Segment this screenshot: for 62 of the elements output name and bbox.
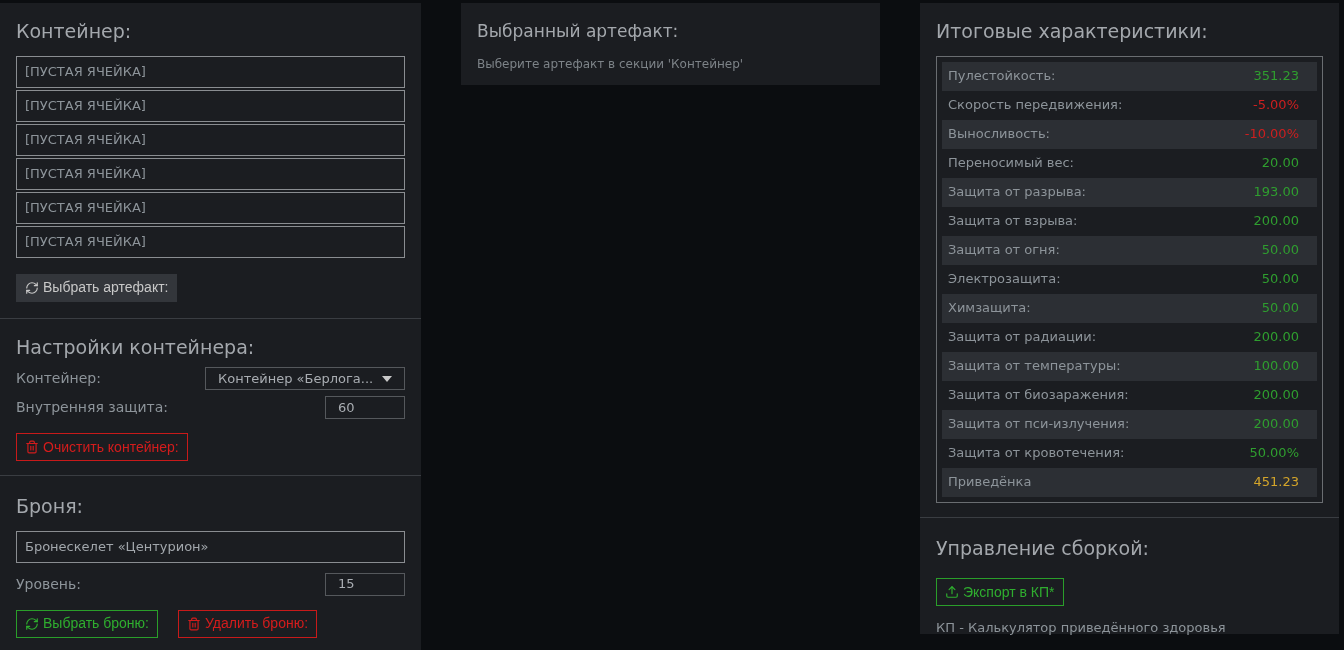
stat-label: Защита от пси-излучения: xyxy=(948,415,1130,434)
stat-label: Защита от радиации: xyxy=(948,328,1097,347)
slot-cell[interactable]: [ПУСТАЯ ЯЧЕЙКА] xyxy=(16,157,405,190)
section-title: Итоговые характеристики: xyxy=(936,19,1209,44)
stat-value: 200.00 xyxy=(1253,386,1299,405)
field-label: Внутренняя защита: xyxy=(16,398,169,417)
stat-value: 193.00 xyxy=(1253,183,1299,202)
section-title: Броня: xyxy=(16,494,84,519)
stat-label: Химзащита: xyxy=(948,299,1031,318)
stat-label: Защита от температуры: xyxy=(948,357,1121,376)
stat-label: Защита от кровотечения: xyxy=(948,444,1125,463)
stat-value: 100.00 xyxy=(1253,357,1299,376)
action-button[interactable]: Экспорт в КП* xyxy=(936,578,1064,606)
stat-label: Защита от взрыва: xyxy=(948,212,1078,231)
stat-label: Защита от огня: xyxy=(948,241,1060,260)
stat-value: 50.00 xyxy=(1261,241,1299,260)
refresh-icon xyxy=(25,280,39,295)
stat-label: Приведёнка xyxy=(948,473,1032,492)
action-button[interactable]: Очистить контейнер: xyxy=(16,433,188,461)
slot-cell[interactable]: [ПУСТАЯ ЯЧЕЙКА] xyxy=(16,225,405,258)
number-field[interactable]: 60 xyxy=(325,396,405,419)
stat-value: 200.00 xyxy=(1253,328,1299,347)
slot-cell[interactable]: [ПУСТАЯ ЯЧЕЙКА] xyxy=(16,123,405,156)
stat-label: Электрозащита: xyxy=(948,270,1061,289)
stat-value: 50.00 xyxy=(1261,299,1299,318)
refresh-icon xyxy=(25,616,39,631)
number-field[interactable]: 15 xyxy=(325,572,405,596)
stat-value: 20.00 xyxy=(1261,154,1299,173)
trash-icon xyxy=(187,616,201,631)
armor-field[interactable]: Бронескелет «Центурион» xyxy=(16,530,405,563)
field-label: Контейнер: xyxy=(16,369,101,388)
container-dropdown[interactable]: Контейнер «Берлога... xyxy=(205,367,405,390)
slot-cell[interactable]: [ПУСТАЯ ЯЧЕЙКА] xyxy=(16,55,405,88)
stat-value: -5.00% xyxy=(1253,96,1299,115)
stat-label: Защита от разрыва: xyxy=(948,183,1086,202)
section-title: Контейнер: xyxy=(16,19,133,44)
note-text: КП - Калькулятор приведённого здоровья xyxy=(936,619,1227,637)
field-label: Уровень: xyxy=(16,574,81,594)
stat-label: Пулестойкость: xyxy=(948,67,1056,86)
stat-value: 451.23 xyxy=(1253,473,1299,492)
stat-label: Скорость передвижения: xyxy=(948,96,1123,115)
section-title: Выбранный артефакт: xyxy=(477,20,680,43)
caret-icon xyxy=(382,375,392,382)
action-button[interactable]: Выбрать броню: xyxy=(16,609,158,638)
stat-value: 50.00 xyxy=(1261,270,1299,289)
stat-value: 200.00 xyxy=(1253,415,1299,434)
section-title: Управление сборкой: xyxy=(936,535,1150,561)
action-button[interactable]: Удалить броню: xyxy=(178,609,318,638)
section-title: Настройки контейнера: xyxy=(16,334,256,360)
stat-label: Переносимый вес: xyxy=(948,154,1074,173)
stat-value: -10.00% xyxy=(1244,125,1299,144)
action-button[interactable]: Выбрать артефакт: xyxy=(16,273,178,302)
stat-value: 351.23 xyxy=(1253,67,1299,86)
hint-text: Выберите артефакт в секции 'Контейнер' xyxy=(477,55,745,73)
stat-value: 50.00% xyxy=(1249,444,1299,463)
trash-icon xyxy=(25,440,39,454)
upload-icon xyxy=(945,585,959,599)
slot-cell[interactable]: [ПУСТАЯ ЯЧЕЙКА] xyxy=(16,191,405,224)
slot-cell[interactable]: [ПУСТАЯ ЯЧЕЙКА] xyxy=(16,89,405,122)
stat-label: Выносливость: xyxy=(948,125,1050,144)
stat-label: Защита от биозаражения: xyxy=(948,386,1129,405)
stat-value: 200.00 xyxy=(1253,212,1299,231)
